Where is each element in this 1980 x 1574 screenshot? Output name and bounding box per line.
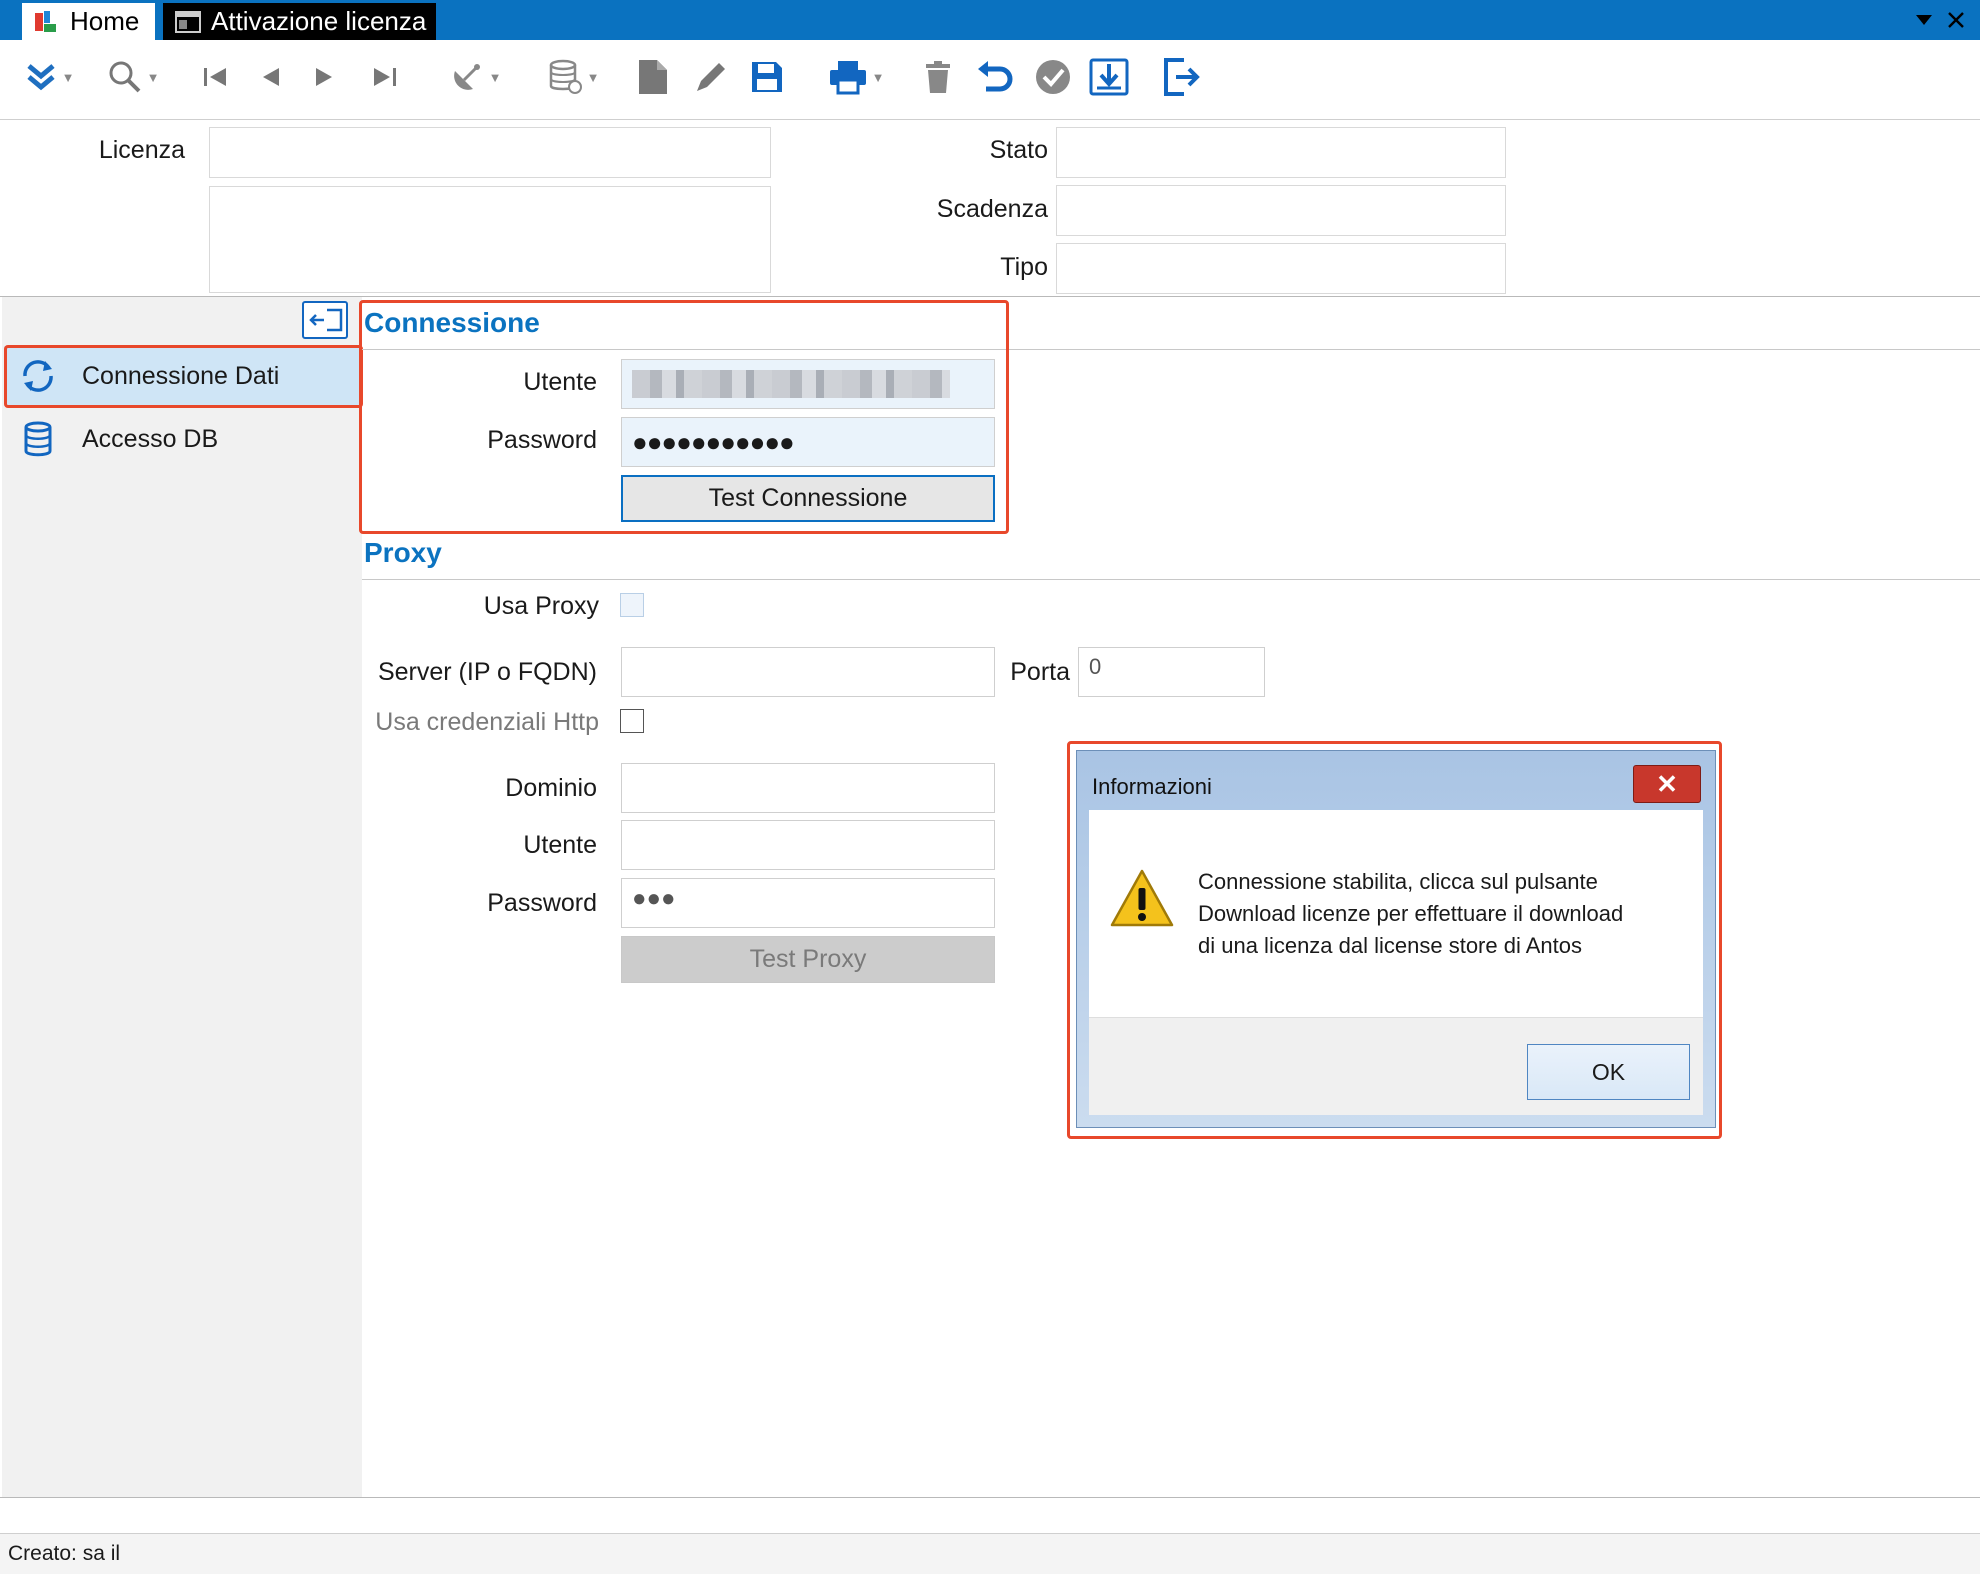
- edit-button[interactable]: [690, 52, 732, 102]
- stato-field[interactable]: [1056, 127, 1506, 178]
- proxy-divider: [362, 579, 1980, 580]
- sidebar-highlight: [4, 345, 363, 408]
- proxy-password-field[interactable]: ●●●: [621, 878, 995, 928]
- save-button[interactable]: [746, 52, 788, 102]
- licenza-label: Licenza: [98, 136, 185, 164]
- last-record-button[interactable]: [365, 52, 405, 102]
- exit-icon: [1164, 58, 1200, 96]
- save-icon: [752, 62, 782, 92]
- server-field[interactable]: [621, 647, 995, 697]
- satellite-button[interactable]: ▼: [440, 52, 510, 102]
- tab-attivazione-licenza[interactable]: Attivazione licenza: [163, 3, 436, 40]
- tab-active-label: Attivazione licenza: [211, 6, 427, 36]
- dropdown-arrow-icon[interactable]: [1910, 6, 1938, 34]
- database-sync-button[interactable]: ▼: [538, 52, 608, 102]
- delete-icon: [926, 61, 950, 93]
- test-proxy-button[interactable]: Test Proxy: [621, 936, 995, 983]
- usa-credenziali-label: Usa credenziali Http: [375, 708, 599, 736]
- usa-credenziali-checkbox[interactable]: [620, 709, 644, 733]
- scadenza-field[interactable]: [1056, 185, 1506, 236]
- stato-label: Stato: [989, 136, 1048, 164]
- porta-field[interactable]: 0: [1078, 647, 1265, 697]
- collapse-arrow-icon: [309, 308, 343, 332]
- tipo-field[interactable]: [1056, 243, 1506, 294]
- scadenza-label: Scadenza: [936, 195, 1048, 223]
- undo-icon: [978, 61, 1013, 92]
- licenza-description-field[interactable]: [209, 186, 771, 293]
- content-bottom-divider: [0, 1497, 1980, 1498]
- confirm-button[interactable]: [1030, 52, 1076, 102]
- app-logo-icon: [34, 10, 58, 34]
- first-record-button[interactable]: [195, 52, 235, 102]
- proxy-password-label: Password: [487, 889, 597, 917]
- first-record-icon: [204, 68, 226, 86]
- undo-button[interactable]: [972, 52, 1018, 102]
- search-button[interactable]: ▼: [98, 52, 168, 102]
- server-label: Server (IP o FQDN): [377, 658, 597, 686]
- next-record-icon: [316, 68, 332, 86]
- expand-icon: [26, 64, 55, 91]
- database-sync-icon: [549, 59, 582, 94]
- print-button[interactable]: ▼: [818, 52, 894, 102]
- tipo-label: Tipo: [1000, 253, 1048, 281]
- previous-record-button[interactable]: [250, 52, 290, 102]
- proxy-utente-field[interactable]: [621, 820, 995, 870]
- new-document-button[interactable]: [632, 52, 674, 102]
- satellite-icon: [453, 64, 480, 90]
- print-icon: [829, 61, 866, 95]
- porta-label: Porta: [1010, 658, 1070, 686]
- usa-proxy-label: Usa Proxy: [483, 592, 599, 620]
- licenza-field[interactable]: [209, 127, 771, 178]
- usa-proxy-checkbox[interactable]: [620, 593, 644, 617]
- new-document-icon: [639, 60, 667, 94]
- exit-button[interactable]: [1158, 52, 1204, 102]
- confirm-icon: [1036, 60, 1070, 94]
- window-icon: [175, 10, 201, 34]
- last-record-icon: [374, 68, 396, 86]
- tab-home[interactable]: Home: [22, 3, 155, 40]
- sidebar-item-label: Accesso DB: [82, 424, 219, 453]
- connessione-highlight: [359, 300, 1009, 534]
- dominio-label: Dominio: [505, 774, 597, 802]
- download-licenses-button[interactable]: [1086, 52, 1132, 102]
- download-icon: [1089, 58, 1129, 96]
- dialog-highlight: [1067, 741, 1722, 1139]
- collapse-sidebar-button[interactable]: [302, 301, 348, 339]
- close-window-icon[interactable]: [1942, 6, 1970, 34]
- previous-record-icon: [263, 68, 279, 86]
- status-text: Creato: sa il: [8, 1542, 121, 1565]
- sidebar-item-accesso-db[interactable]: Accesso DB: [4, 409, 360, 469]
- status-bar: Creato: sa il: [0, 1533, 1980, 1574]
- next-record-button[interactable]: [305, 52, 345, 102]
- search-icon: [109, 61, 140, 93]
- expand-button[interactable]: ▼: [14, 52, 84, 102]
- database-icon: [18, 419, 58, 459]
- sidebar: [2, 297, 362, 1497]
- dominio-field[interactable]: [621, 763, 995, 813]
- proxy-title: Proxy: [364, 537, 442, 568]
- delete-button[interactable]: [918, 52, 958, 102]
- edit-icon: [697, 63, 725, 91]
- tab-home-label: Home: [70, 6, 140, 36]
- proxy-utente-label: Utente: [523, 831, 597, 859]
